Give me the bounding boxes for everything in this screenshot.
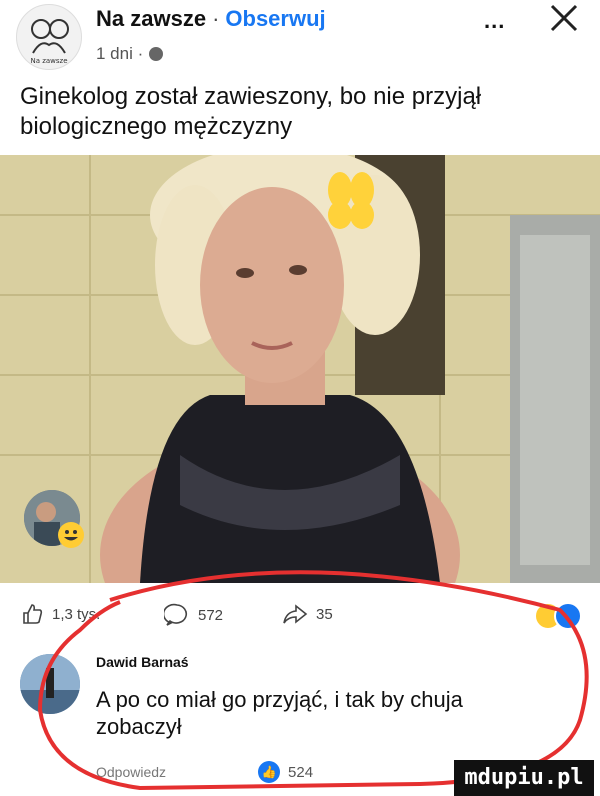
comment-author-avatar[interactable] bbox=[20, 654, 80, 714]
close-icon bbox=[550, 4, 578, 32]
comment-icon bbox=[164, 603, 188, 626]
comment-author[interactable]: Dawid Barnaś bbox=[96, 654, 189, 670]
like-reaction-icon bbox=[554, 602, 582, 630]
more-options-button[interactable]: ... bbox=[484, 8, 505, 34]
avatar-caption: Na zawsze bbox=[30, 57, 67, 65]
share-button[interactable]: 35 bbox=[282, 602, 333, 626]
post-meta: 1 dni · bbox=[96, 44, 164, 64]
globe-icon bbox=[149, 47, 164, 61]
post-text: Ginekolog został zawieszony, bo nie przy… bbox=[20, 83, 482, 140]
like-count: 1,3 tys. bbox=[52, 605, 101, 623]
comment-actions: Odpowiedz 👍 524 bbox=[96, 761, 313, 783]
page-avatar-drawing: Na zawsze bbox=[30, 19, 69, 65]
title-separator: · bbox=[212, 6, 220, 31]
comment-text: A po co miał go przyjąć, i tak by chuja … bbox=[96, 687, 463, 739]
page-name-row: Na zawsze · Obserwuj bbox=[96, 6, 326, 32]
comment-author-avatar-drawing bbox=[20, 654, 80, 714]
thumbs-up-icon bbox=[23, 604, 43, 624]
comment-like-icon: 👍 bbox=[258, 761, 281, 783]
share-count: 35 bbox=[316, 605, 333, 623]
page-avatar[interactable]: Na zawsze bbox=[16, 4, 82, 70]
post-photo[interactable] bbox=[0, 155, 600, 583]
like-button[interactable]: 1,3 tys. bbox=[20, 602, 100, 626]
close-button[interactable] bbox=[544, 0, 584, 40]
grinning-emoji-drawing bbox=[64, 530, 78, 541]
page-name[interactable]: Na zawsze bbox=[96, 6, 206, 31]
photo-illustration bbox=[0, 155, 600, 583]
comment-count: 572 bbox=[198, 606, 224, 624]
post-header: Na zawsze Na zawsze · Obserwuj 1 dni · ... bbox=[0, 0, 600, 80]
grinning-emoji-icon bbox=[58, 522, 84, 548]
comment-button[interactable]: 572 bbox=[164, 602, 223, 628]
reaction-bar: 1,3 tys. 572 35 bbox=[0, 596, 600, 636]
post-time[interactable]: 1 dni · bbox=[96, 44, 143, 64]
comment-like-count: 524 bbox=[288, 763, 314, 781]
follow-button[interactable]: Obserwuj bbox=[225, 6, 325, 31]
site-watermark: mdupiu.pl bbox=[454, 760, 594, 796]
reply-button[interactable]: Odpowiedz bbox=[96, 764, 166, 780]
reaction-summary[interactable] bbox=[534, 602, 582, 630]
share-icon bbox=[283, 604, 308, 624]
